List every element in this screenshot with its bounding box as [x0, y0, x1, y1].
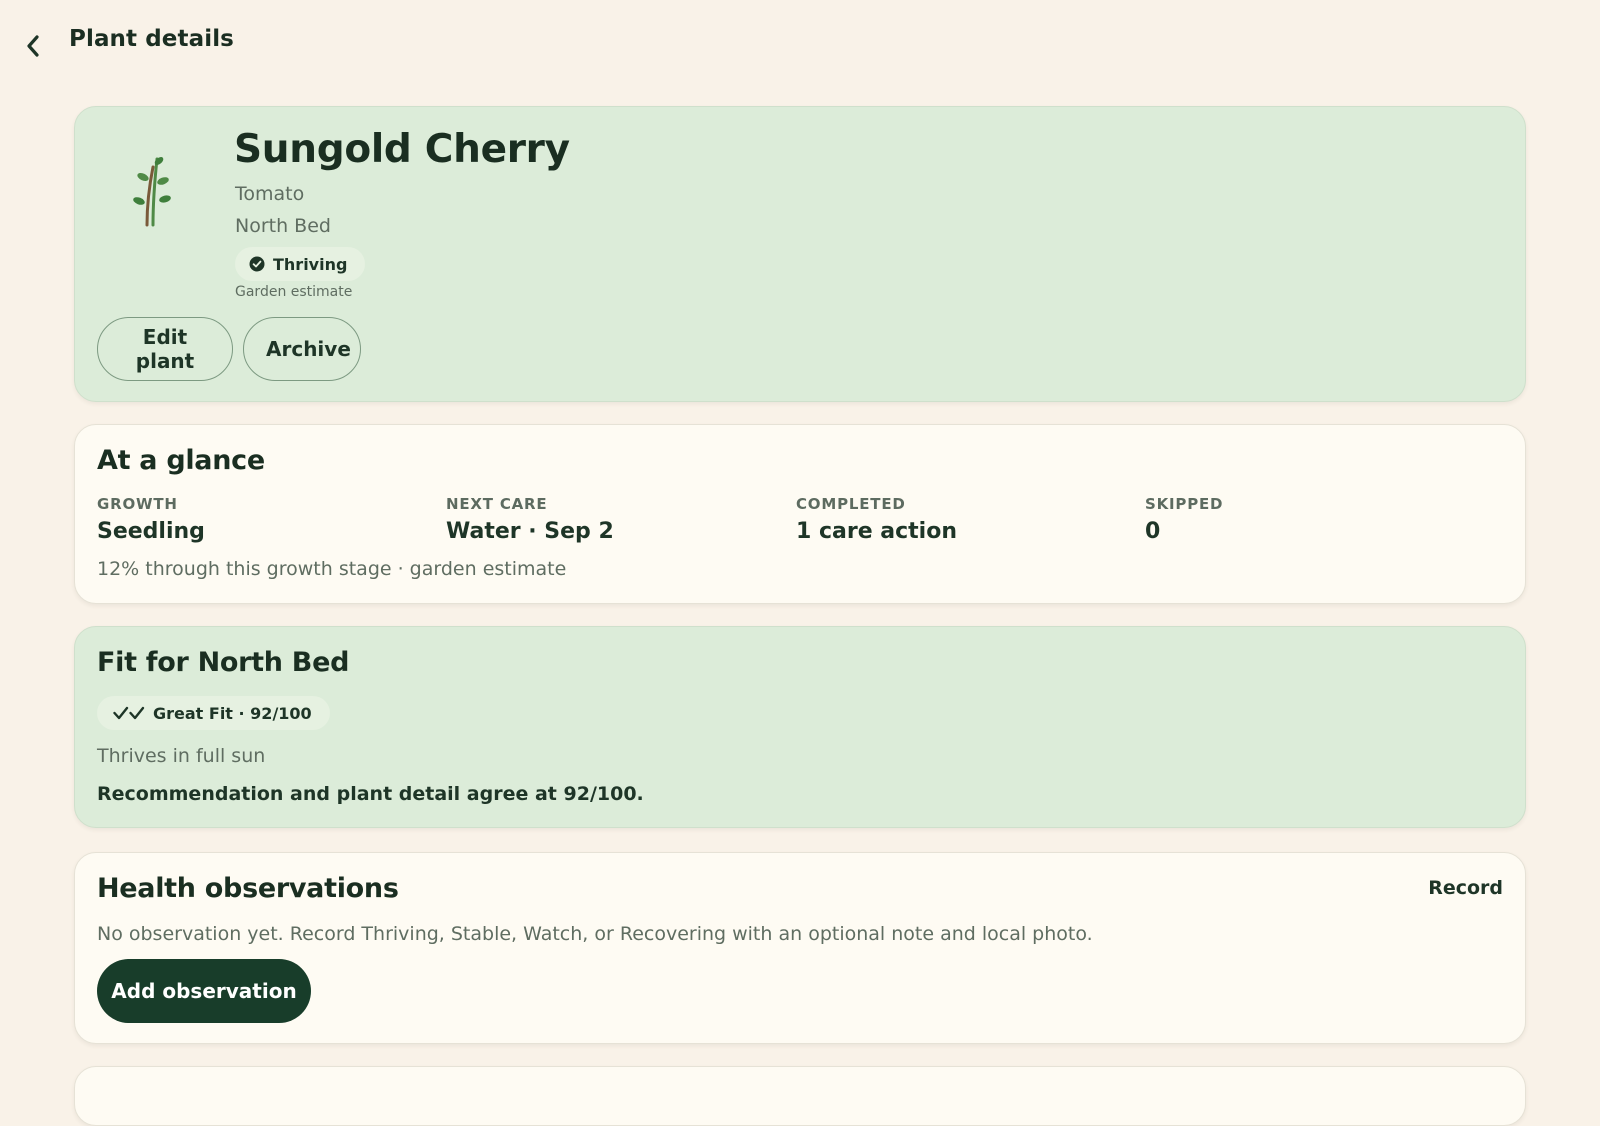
page-title: Plant details [69, 26, 234, 52]
stat-label: Completed [796, 495, 906, 513]
empty-state-text: No observation yet. Record Thriving, Sta… [97, 923, 1093, 945]
fit-badge-label: Great Fit · 92/100 [153, 703, 312, 723]
stat-label: Skipped [1145, 495, 1224, 513]
status-label: Thriving [273, 254, 348, 274]
stat-next-care: Next care Water · Sep 2 [446, 495, 614, 544]
edit-plant-button[interactable]: Edit plant [97, 317, 233, 381]
status-caption: Garden estimate [235, 284, 353, 300]
stat-label: Growth [97, 495, 178, 513]
stat-value: Seedling [97, 519, 205, 544]
seedling-icon [133, 157, 171, 227]
stat-value: Water · Sep 2 [446, 519, 614, 544]
growth-stage-note: 12% through this growth stage · garden e… [97, 558, 567, 580]
stat-value: 0 [1145, 519, 1161, 544]
section-title: Fit for North Bed [97, 647, 350, 678]
fit-card: Fit for North Bed Great Fit · 92/100 Thr… [74, 626, 1526, 828]
fit-description: Thrives in full sun [97, 745, 266, 767]
back-button[interactable] [18, 28, 48, 64]
stat-completed: Completed 1 care action [796, 495, 957, 544]
stat-label: Next care [446, 495, 548, 513]
plant-name: Sungold Cherry [234, 127, 570, 172]
chevron-left-icon [27, 35, 39, 57]
add-observation-button[interactable]: Add observation [97, 959, 311, 1023]
at-a-glance-card: At a glance Growth Seedling Next care Wa… [74, 424, 1526, 604]
check-circle-icon [249, 256, 265, 272]
stat-skipped: Skipped 0 [1145, 495, 1223, 544]
double-check-icon [113, 706, 145, 720]
plant-summary-card: Sungold Cherry Tomato North Bed Thriving… [74, 106, 1526, 402]
record-link[interactable]: Record [1428, 877, 1503, 899]
plant-bed: North Bed [235, 215, 331, 237]
fit-agreement-note: Recommendation and plant detail agree at… [97, 783, 644, 805]
section-title: At a glance [97, 445, 265, 476]
section-title: Health observations [97, 873, 399, 904]
next-card [74, 1066, 1526, 1126]
health-observations-card: Health observations Record No observatio… [74, 852, 1526, 1044]
stat-value: 1 care action [796, 519, 958, 544]
top-bar: Plant details [0, 0, 1600, 86]
fit-badge: Great Fit · 92/100 [97, 696, 330, 730]
status-badge: Thriving [235, 247, 366, 281]
plant-type: Tomato [235, 183, 305, 205]
archive-button[interactable]: Archive [243, 317, 361, 381]
stat-growth: Growth Seedling [97, 495, 205, 544]
